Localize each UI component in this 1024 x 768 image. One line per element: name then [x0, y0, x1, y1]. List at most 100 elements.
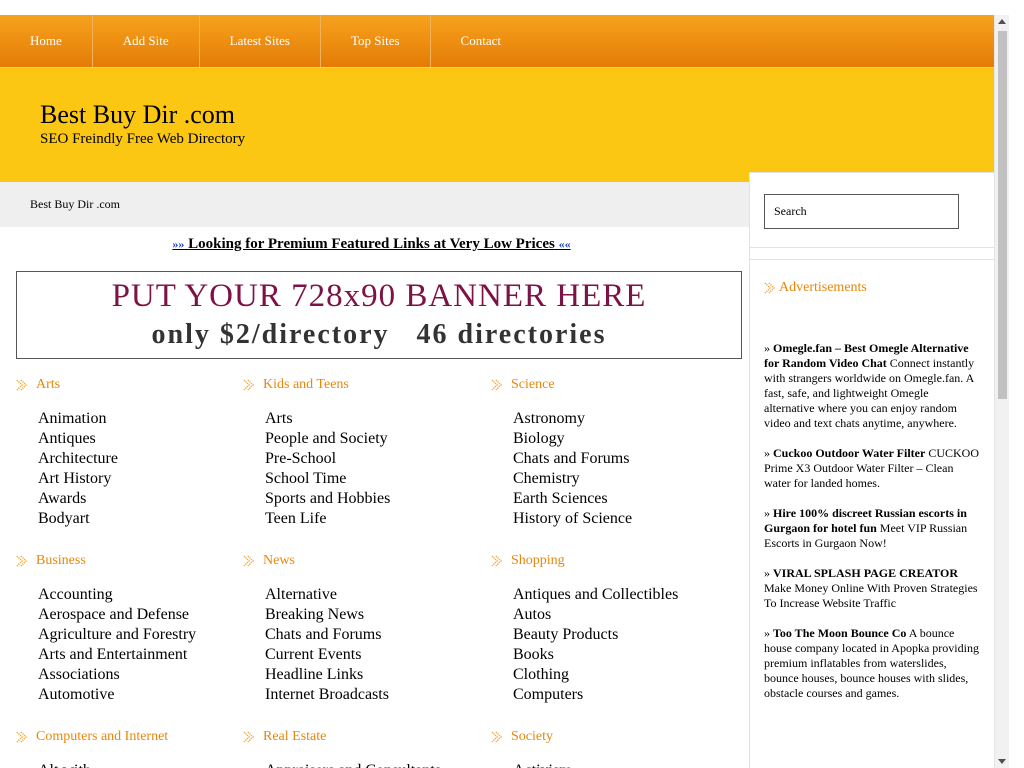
category-title[interactable]: Kids and Teens	[243, 376, 473, 394]
category-block: Real Estate Appraisers and Consultants	[243, 728, 473, 768]
promo-prefix: »»	[172, 237, 185, 251]
promo-link[interactable]: »» Looking for Premium Featured Links at…	[172, 236, 570, 252]
scroll-down-arrow-icon[interactable]	[998, 759, 1006, 764]
subcategory-link[interactable]: Internet Broadcasts	[265, 685, 473, 705]
subcategory-link[interactable]: Biology	[513, 429, 721, 449]
subcategory-link[interactable]: Antiques and Collectibles	[513, 585, 721, 605]
category-title[interactable]: Society	[491, 728, 721, 746]
ad-item: » Too The Moon Bounce Co A bounce house …	[764, 626, 979, 700]
ad-item: » Hire 100% discreet Russian escorts in …	[764, 506, 968, 550]
bullet-arrow-icon	[491, 731, 503, 743]
category-title[interactable]: Arts	[16, 376, 246, 394]
category-title-text: Arts	[36, 377, 61, 392]
bullet-arrow-icon	[764, 282, 776, 294]
category-block: Kids and Teens Arts People and Society Pre-…	[243, 376, 473, 529]
ad-title-link[interactable]: Cuckoo Outdoor Water Filter	[773, 446, 925, 460]
nav-home[interactable]: Home	[0, 15, 93, 67]
nav-contact[interactable]: Contact	[431, 15, 531, 67]
subcategory-link[interactable]: Chats and Forums	[513, 449, 721, 469]
subcategory-link[interactable]: Arts and Entertainment	[38, 645, 246, 665]
category-title-text: Business	[36, 553, 86, 568]
nav-latest-sites[interactable]: Latest Sites	[200, 15, 321, 67]
subcategory-link[interactable]: Arts	[265, 409, 473, 429]
subcategory-link[interactable]: Antiques	[38, 429, 246, 449]
site-title[interactable]: Best Buy Dir .com	[40, 100, 235, 130]
subcategory-link[interactable]: Aerospace and Defense	[38, 605, 246, 625]
nav-add-site[interactable]: Add Site	[93, 15, 200, 67]
sidebar: Advertisements » Omegle.fan – Best Omegl…	[749, 172, 1009, 768]
breadcrumb[interactable]: Best Buy Dir .com	[30, 197, 120, 212]
subcategory-link[interactable]: Bodyart	[38, 509, 246, 529]
subcategory-link[interactable]: Astronomy	[513, 409, 721, 429]
category-block: Science Astronomy Biology Chats and Forums C…	[491, 376, 721, 529]
subcategory-link[interactable]: Accounting	[38, 585, 246, 605]
subcategory-link[interactable]: Awards	[38, 489, 246, 509]
subcategory-link[interactable]: Associations	[38, 665, 246, 685]
bullet-arrow-icon	[491, 555, 503, 567]
promo-suffix: ««	[558, 237, 571, 251]
category-title[interactable]: Real Estate	[243, 728, 473, 746]
subcategory-link[interactable]: Appraisers and Consultants	[265, 761, 473, 768]
subcategory-link[interactable]: Earth Sciences	[513, 489, 721, 509]
subcategory-link[interactable]: Automotive	[38, 685, 246, 705]
breadcrumb-bar: Best Buy Dir .com	[0, 182, 749, 227]
subcategory-link[interactable]: Art History	[38, 469, 246, 489]
subcategory-link[interactable]: Architecture	[38, 449, 246, 469]
page: Home Add Site Latest Sites Top Sites Con…	[0, 0, 1009, 768]
ads-title-text: Advertisements	[779, 280, 867, 295]
category-title[interactable]: Shopping	[491, 552, 721, 570]
subcategory-list: Alternative Breaking News Chats and Forums…	[265, 585, 473, 705]
banner-ad[interactable]: PUT YOUR 728x90 BANNER HERE only $2/dire…	[16, 271, 742, 359]
subcategory-link[interactable]: Alternative	[265, 585, 473, 605]
category-title[interactable]: Science	[491, 376, 721, 394]
subcategory-link[interactable]: Chats and Forums	[265, 625, 473, 645]
subcategory-link[interactable]: Alt.with	[38, 761, 246, 768]
category-block: News Alternative Breaking News Chats and Fo…	[243, 552, 473, 705]
category-block: Computers and Internet Alt.with	[16, 728, 246, 768]
promo-line: »» Looking for Premium Featured Links at…	[0, 236, 743, 253]
subcategory-link[interactable]: Computers	[513, 685, 721, 705]
nav-top-sites[interactable]: Top Sites	[321, 15, 431, 67]
subcategory-link[interactable]: People and Society	[265, 429, 473, 449]
category-title[interactable]: Business	[16, 552, 246, 570]
ad-item: » Omegle.fan – Best Omegle Alternative f…	[764, 341, 975, 430]
subcategory-list: Appraisers and Consultants	[265, 761, 473, 768]
ad-title-link[interactable]: Too The Moon Bounce Co	[773, 626, 906, 640]
bullet-arrow-icon	[243, 555, 255, 567]
scrollbar[interactable]	[994, 15, 1009, 768]
category-title-text: Science	[511, 377, 555, 392]
category-block: Business Accounting Aerospace and Defense A…	[16, 552, 246, 705]
category-title[interactable]: Computers and Internet	[16, 728, 246, 746]
subcategory-link[interactable]: Teen Life	[265, 509, 473, 529]
bullet-arrow-icon	[491, 379, 503, 391]
subcategory-link[interactable]: History of Science	[513, 509, 721, 529]
scroll-thumb[interactable]	[998, 31, 1007, 399]
search-input[interactable]	[764, 194, 959, 229]
subcategory-link[interactable]: Sports and Hobbies	[265, 489, 473, 509]
subcategory-link[interactable]: Beauty Products	[513, 625, 721, 645]
subcategory-link[interactable]: Headline Links	[265, 665, 473, 685]
banner-line-1: PUT YOUR 728x90 BANNER HERE	[111, 278, 647, 314]
subcategory-link[interactable]: School Time	[265, 469, 473, 489]
scroll-up-arrow-icon[interactable]	[998, 19, 1006, 24]
category-title[interactable]: News	[243, 552, 473, 570]
ad-title-link[interactable]: VIRAL SPLASH PAGE CREATOR	[773, 566, 958, 580]
subcategory-list: Arts People and Society Pre-School School T…	[265, 409, 473, 529]
category-block: Arts Animation Antiques Architecture Art His…	[16, 376, 246, 529]
subcategory-link[interactable]: Animation	[38, 409, 246, 429]
subcategory-link[interactable]: Agriculture and Forestry	[38, 625, 246, 645]
subcategory-link[interactable]: Pre-School	[265, 449, 473, 469]
ad-list: » Omegle.fan – Best Omegle Alternative f…	[764, 341, 982, 716]
subcategory-link[interactable]: Current Events	[265, 645, 473, 665]
subcategory-link[interactable]: Breaking News	[265, 605, 473, 625]
category-title-text: Real Estate	[263, 729, 327, 744]
subcategory-link[interactable]: Autos	[513, 605, 721, 625]
subcategory-list: Antiques and Collectibles Autos Beauty Pro…	[513, 585, 721, 705]
subcategory-link[interactable]: Activism	[513, 761, 721, 768]
subcategory-link[interactable]: Chemistry	[513, 469, 721, 489]
category-block: Shopping Antiques and Collectibles Autos Be…	[491, 552, 721, 705]
subcategory-list: Activism	[513, 761, 721, 768]
subcategory-link[interactable]: Clothing	[513, 665, 721, 685]
bullet-arrow-icon	[16, 555, 28, 567]
subcategory-link[interactable]: Books	[513, 645, 721, 665]
